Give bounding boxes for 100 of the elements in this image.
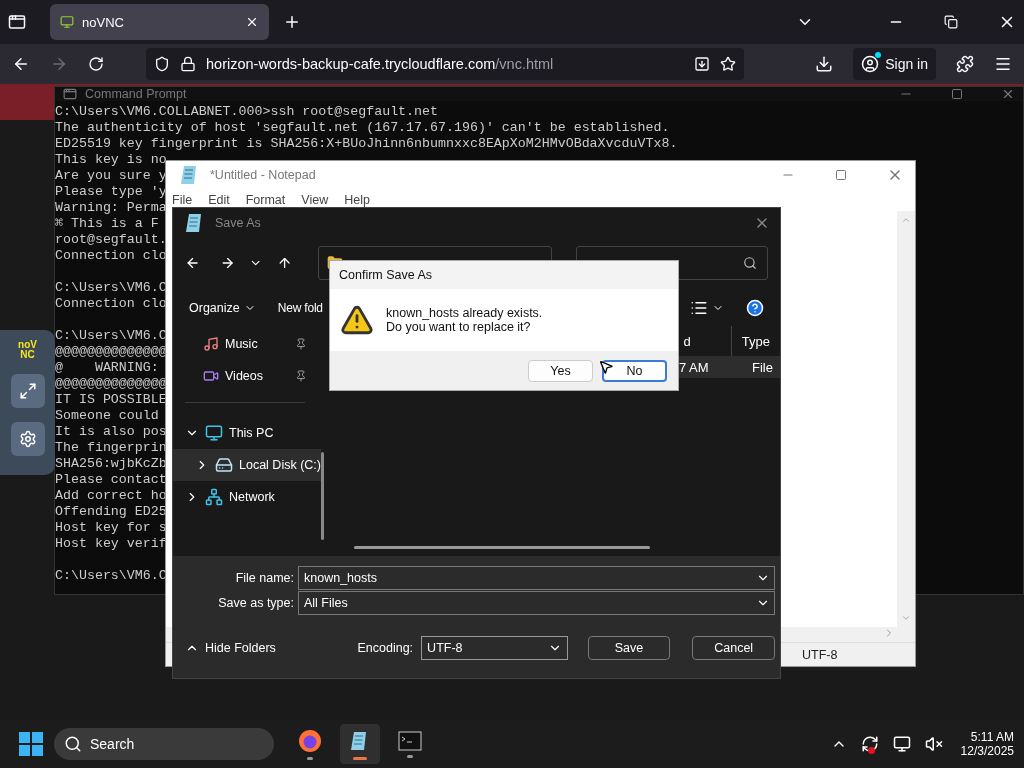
nav-item[interactable]: This PC	[173, 417, 321, 449]
sync-icon[interactable]	[860, 735, 879, 753]
menu-icon[interactable]	[994, 55, 1012, 73]
account-icon	[861, 55, 880, 73]
nav-item[interactable]: Network	[173, 481, 321, 513]
terminal-line: @ WARNING:	[55, 360, 160, 376]
settings-icon	[18, 430, 37, 448]
expand-icon	[18, 382, 37, 400]
tab-list-icon[interactable]	[8, 13, 26, 31]
organize-menu[interactable]: Organize	[189, 300, 256, 315]
terminal-line: Warning: Perma	[55, 200, 167, 216]
extensions-icon[interactable]	[956, 55, 974, 73]
drive-icon	[215, 456, 233, 474]
terminal-line: C:\Users\VM6.COLLABNET.000>ssh root@segfault.net	[55, 104, 438, 120]
field-label: Save as type:	[217, 596, 294, 610]
menu-item[interactable]: Format	[245, 193, 286, 207]
encoding-status: UTF-8	[802, 647, 838, 662]
lock-icon	[180, 56, 196, 72]
nav-item[interactable]: Videos	[173, 360, 321, 392]
terminal-line: The fingerprin	[55, 440, 167, 456]
speaker-muted-icon[interactable]	[924, 735, 943, 753]
terminal-line: Someone could	[55, 408, 160, 424]
video-icon	[203, 368, 219, 384]
search-field[interactable]: Search	[54, 728, 274, 760]
bookmark-star-icon[interactable]	[720, 56, 736, 72]
terminal-app-icon	[63, 87, 77, 101]
reload-icon[interactable]	[88, 56, 104, 72]
terminal-line: Offending ED25	[55, 504, 167, 520]
terminal-line: Host key verif	[55, 536, 167, 552]
forward-icon[interactable]	[220, 255, 236, 271]
terminal-line: root@segfault.	[55, 232, 167, 248]
restore-icon[interactable]	[944, 15, 958, 29]
monitor-icon	[205, 424, 223, 442]
dialog-message: known_hosts already exists.	[386, 306, 543, 320]
alert-dot	[867, 747, 875, 754]
install-icon[interactable]	[694, 56, 710, 72]
file-type-dropdown[interactable]: All Files	[298, 591, 775, 615]
terminal-line: @@@@@@@@@@@@@@	[55, 344, 167, 360]
hide-folders-button[interactable]: Hide Folders	[185, 641, 350, 655]
monitor-icon[interactable]	[892, 735, 911, 753]
terminal-line: SHA256:wjbKcZb	[55, 456, 167, 472]
start-icon[interactable]	[18, 731, 44, 757]
search-icon	[743, 256, 757, 270]
maximize-icon[interactable]	[951, 88, 963, 100]
nav-item[interactable]: Music	[173, 328, 321, 360]
back-icon[interactable]	[12, 55, 30, 73]
warning-icon	[340, 303, 374, 337]
novnc-logo: noVNC	[17, 340, 38, 360]
search-icon	[64, 735, 82, 753]
field-label: File name:	[234, 571, 294, 585]
settings-button[interactable]	[10, 422, 45, 456]
new-tab-icon[interactable]	[283, 13, 301, 31]
network-icon	[205, 488, 223, 506]
terminal-line: ED25519 key fingerprint is SHA256:X+BUoJhinn6nbumnxxc8EApXoM2HMvOBdaXvcduVTx8.	[55, 136, 678, 152]
terminal-line: It is also pos	[55, 424, 167, 440]
fullscreen-button[interactable]	[10, 374, 45, 408]
browser-tab[interactable]: noVNC	[50, 4, 269, 40]
back-icon[interactable]	[185, 255, 201, 271]
column-header[interactable]: d	[683, 333, 731, 349]
address-field[interactable]: horizon-words-backup-cafe.trycloudflare.com/vnc.html	[146, 48, 744, 80]
field-label: Encoding:	[357, 641, 414, 655]
terminal-line: C:\Users\VM6.C	[55, 568, 167, 584]
terminal-line: The authenticity of host 'segfault.net (167.17.67.196)' can't be established.	[55, 120, 670, 136]
download-icon[interactable]	[815, 55, 834, 73]
terminal-line: C:\Users\VM6.C	[55, 280, 167, 296]
cancel-button[interactable]: Cancel	[692, 636, 775, 660]
shield-icon	[154, 56, 170, 72]
nav-item[interactable]: Local Disk (C:)	[173, 449, 321, 481]
tab-favicon-icon	[60, 15, 74, 29]
terminal-line: ⌘ This is a F	[55, 216, 159, 232]
terminal-line: C:\Users\VM6.C	[55, 328, 167, 344]
dialog-title: Confirm Save As	[339, 268, 433, 282]
maximize-icon[interactable]	[835, 169, 847, 181]
menu-item[interactable]: Edit	[208, 193, 230, 207]
close-icon[interactable]	[245, 15, 259, 29]
table-cell-text: 7 AM	[679, 359, 710, 375]
mouse-cursor-icon	[598, 359, 614, 375]
terminal-line: IT IS POSSIBLE	[55, 392, 167, 408]
browser-logo-icon[interactable]	[298, 728, 322, 753]
window-title: Save As	[215, 215, 261, 230]
menu-item[interactable]: View	[301, 193, 329, 207]
url-text: horizon-words-backup-cafe.trycloudflare.com/vnc.html	[206, 56, 554, 72]
sign-in-button[interactable]: Sign in	[853, 48, 936, 80]
yes-button[interactable]: Yes	[528, 359, 593, 382]
terminal-icon[interactable]	[398, 730, 422, 751]
save-button[interactable]: Save	[587, 636, 671, 660]
clock[interactable]: 5:11 AM 12/3/2025	[960, 730, 1014, 758]
menu-item[interactable]: File	[172, 193, 193, 207]
window-title: *Untitled - Notepad	[210, 168, 316, 182]
new-folder-button[interactable]: New fold	[277, 300, 323, 315]
encoding-dropdown[interactable]: UTF-8	[421, 636, 568, 660]
terminal-line: @@@@@@@@@@@@@@	[55, 376, 167, 392]
help-icon[interactable]	[746, 298, 764, 317]
terminal-line: This key is no	[55, 152, 167, 168]
window-title: Command Prompt	[85, 87, 187, 101]
menu-item[interactable]: Help	[344, 193, 370, 207]
file-name-field[interactable]: known_hosts	[298, 566, 775, 590]
no-button[interactable]: No	[602, 359, 667, 382]
table-cell-text: File	[752, 359, 774, 375]
dialog-message: Do you want to replace it?	[386, 320, 532, 334]
